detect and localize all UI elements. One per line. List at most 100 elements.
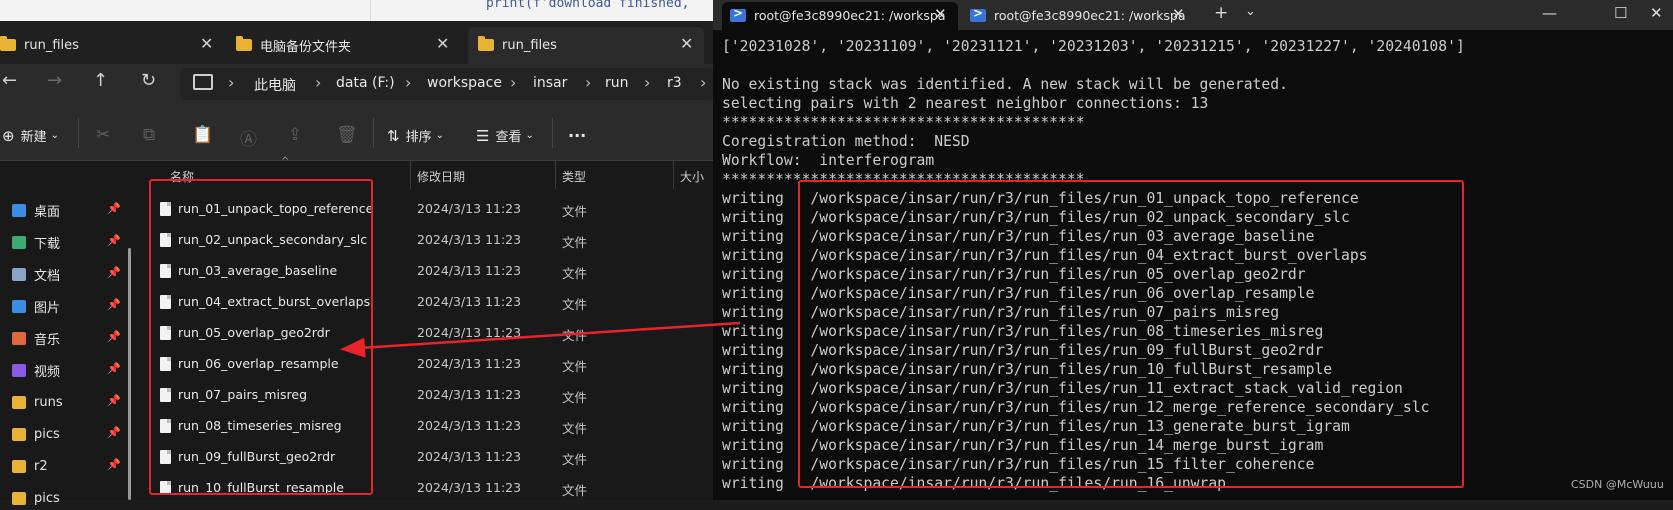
editor-code-line: print(f'download finished, <box>486 0 690 11</box>
pin-icon[interactable]: 📌 <box>107 426 121 439</box>
new-label: 新建 <box>20 130 47 145</box>
breadcrumb-separator: › <box>644 73 651 92</box>
breadcrumb-insar[interactable]: insar <box>533 75 567 91</box>
pin-icon[interactable]: 📌 <box>107 362 121 375</box>
new-tab-plus-icon[interactable]: + <box>1214 3 1228 23</box>
sidebar-item[interactable]: pics <box>12 486 60 510</box>
column-divider[interactable] <box>410 161 411 189</box>
file-date: 2024/3/13 11:23 <box>417 263 522 278</box>
pin-icon[interactable]: 📌 <box>107 298 121 311</box>
file-type: 文件 <box>562 390 588 405</box>
file-type: 文件 <box>562 204 588 219</box>
toolbar-divider <box>552 118 553 148</box>
pin-icon[interactable]: 📌 <box>107 266 121 279</box>
breadcrumb-this-pc[interactable]: 此电脑 <box>254 75 296 95</box>
folder-icon <box>236 36 252 51</box>
terminal-line: selecting pairs with 2 nearest neighbor … <box>722 95 1209 112</box>
pin-icon[interactable]: 📌 <box>107 458 121 471</box>
new-button[interactable]: ⊕ 新建 ⌄ <box>2 126 59 146</box>
share-icon[interactable]: ⇪ <box>288 125 302 145</box>
rename-icon[interactable]: Ⓐ <box>240 125 257 150</box>
file-type: 文件 <box>562 328 588 343</box>
delete-icon[interactable]: 🗑 <box>336 125 358 145</box>
close-window-icon[interactable]: ✕ <box>1650 4 1663 22</box>
cut-icon[interactable]: ✂ <box>96 125 110 145</box>
toolbar-divider <box>78 118 79 148</box>
paste-icon[interactable]: 📋 <box>192 125 213 145</box>
sidebar-item-label: pics <box>34 490 60 506</box>
sidebar-item[interactable]: pics <box>12 422 60 446</box>
chevron-down-icon: ⌄ <box>435 130 444 141</box>
highlight-box-terminal <box>798 180 1464 488</box>
sidebar-item[interactable]: 下载 <box>12 230 60 254</box>
sidebar-item[interactable]: 音乐 <box>12 326 60 350</box>
sort-ascending-icon: ^ <box>281 156 290 167</box>
file-type: 文件 <box>562 266 588 281</box>
terminal-tab-1[interactable]: root@fe3c8990ec21: /workspa <box>730 0 946 30</box>
close-tab-icon[interactable]: ✕ <box>934 5 947 23</box>
picture-icon <box>12 299 26 313</box>
close-tab-icon[interactable]: ✕ <box>200 34 213 53</box>
refresh-icon[interactable]: ↻ <box>141 70 156 91</box>
terminal-icon <box>730 6 746 22</box>
toolbar-divider <box>373 118 374 148</box>
breadcrumb-drive[interactable]: data (F:) <box>336 75 395 91</box>
minimize-icon[interactable]: — <box>1542 4 1557 22</box>
copy-icon[interactable]: ⧉ <box>143 125 155 145</box>
pin-icon[interactable]: 📌 <box>107 394 121 407</box>
file-date: 2024/3/13 11:23 <box>417 201 522 216</box>
pin-icon[interactable]: 📌 <box>107 330 121 343</box>
terminal-line: Workflow: interferogram <box>722 152 935 169</box>
file-type: 文件 <box>562 235 588 250</box>
sidebar-item[interactable]: 图片 <box>12 294 60 318</box>
sidebar-item-label: 音乐 <box>34 332 61 348</box>
breadcrumb-workspace[interactable]: workspace <box>427 75 502 91</box>
sidebar-scrollbar[interactable] <box>128 248 131 500</box>
tab-dropdown-chevron-icon[interactable]: ⌄ <box>1245 4 1256 19</box>
up-arrow-icon[interactable]: ↑ <box>93 70 108 91</box>
column-divider[interactable] <box>673 161 674 189</box>
close-tab-icon[interactable]: ✕ <box>680 34 693 53</box>
sidebar-item[interactable]: runs <box>12 390 63 414</box>
pin-icon[interactable]: 📌 <box>107 202 121 215</box>
tab-run-files-active[interactable]: run_files <box>478 30 557 60</box>
breadcrumb-separator: › <box>510 73 517 92</box>
sidebar-item[interactable]: 文档 <box>12 262 60 286</box>
file-type: 文件 <box>562 297 588 312</box>
file-date: 2024/3/13 11:23 <box>417 480 522 495</box>
maximize-icon[interactable]: ☐ <box>1614 4 1627 22</box>
sidebar-item-label: 文档 <box>34 268 61 284</box>
column-date-header[interactable]: 修改日期 <box>417 168 465 185</box>
tab-run-files-1[interactable]: run_files <box>0 30 79 60</box>
tab-backup-folder[interactable]: 电脑备份文件夹 <box>236 30 351 60</box>
column-type-header[interactable]: 类型 <box>562 168 586 185</box>
pin-icon[interactable]: 📌 <box>107 234 121 247</box>
view-button[interactable]: ☰ 查看 ⌄ <box>476 126 534 146</box>
folder-icon <box>0 36 16 51</box>
sort-button[interactable]: ⇅ 排序 ⌄ <box>387 126 444 146</box>
plus-circle-icon: ⊕ <box>2 126 15 145</box>
sidebar-item[interactable]: 桌面 <box>12 198 60 222</box>
breadcrumb-run[interactable]: run <box>605 75 629 91</box>
editor-divider <box>370 0 371 21</box>
file-date: 2024/3/13 11:23 <box>417 387 522 402</box>
tab-label: 电脑备份文件夹 <box>260 39 352 55</box>
highlight-box-file-list <box>149 179 373 495</box>
breadcrumb-separator: › <box>405 73 412 92</box>
close-tab-icon[interactable]: ✕ <box>1172 5 1185 23</box>
terminal-tab-2[interactable]: root@fe3c8990ec21: /workspa <box>970 0 1186 30</box>
video-icon <box>12 363 26 377</box>
forward-arrow-icon[interactable]: → <box>47 70 62 91</box>
tab-label: run_files <box>24 37 79 53</box>
breadcrumb-r3[interactable]: r3 <box>667 75 682 91</box>
column-divider[interactable] <box>555 161 556 189</box>
sort-icon: ⇅ <box>387 126 400 145</box>
sidebar-item-label: 图片 <box>34 300 61 316</box>
music-icon <box>12 331 26 345</box>
close-tab-icon[interactable]: ✕ <box>436 34 449 53</box>
back-arrow-icon[interactable]: ← <box>2 70 17 91</box>
sidebar-item[interactable]: 视频 <box>12 358 60 382</box>
column-size-header[interactable]: 大小 <box>680 168 704 185</box>
more-options-button[interactable]: ··· <box>568 126 586 145</box>
sidebar-item[interactable]: r2 <box>12 454 48 478</box>
